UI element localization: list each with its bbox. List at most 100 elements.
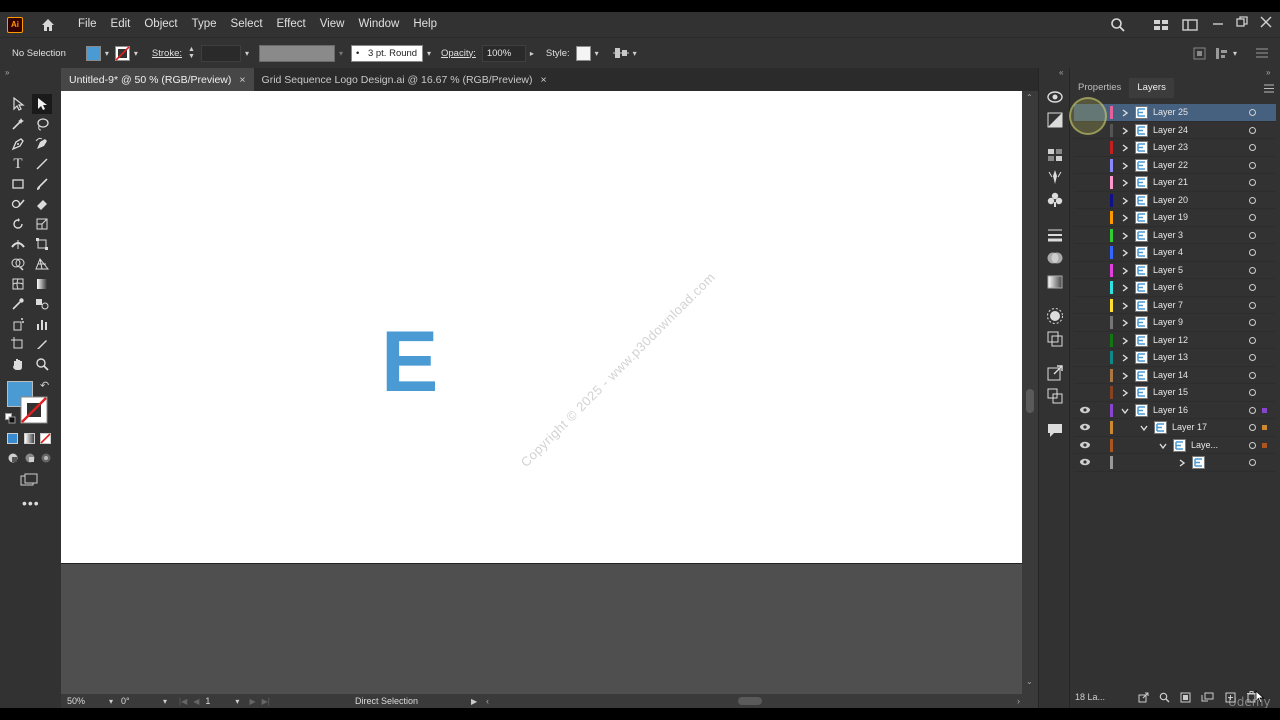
menu-type[interactable]: Type	[185, 12, 224, 37]
pathfinder-icon[interactable]	[1046, 387, 1064, 405]
shaper-tool[interactable]	[8, 194, 28, 214]
fill-swatch[interactable]	[85, 45, 101, 61]
free-transform-tool[interactable]	[32, 234, 52, 254]
layer-row[interactable]: Layer 22	[1074, 157, 1276, 174]
collapse-panel-icon[interactable]: »	[1266, 68, 1270, 77]
chevron-right-icon[interactable]	[1120, 143, 1130, 153]
layer-row[interactable]: Layer 15	[1074, 384, 1276, 402]
status-menu-icon[interactable]: ▶	[471, 697, 477, 706]
chevron-right-icon[interactable]	[1120, 178, 1130, 188]
visibility-eye-icon[interactable]	[1079, 247, 1091, 257]
tab-grid-sequence-logo[interactable]: Grid Sequence Logo Design.ai @ 16.67 % (…	[254, 68, 555, 91]
canvas-area[interactable]: E Copyright © 2025 - www.p30download.com	[61, 91, 1022, 694]
layer-row[interactable]: Layer 20	[1074, 192, 1276, 209]
color-guide-icon[interactable]	[1046, 307, 1064, 325]
layer-row[interactable]: Layer 5	[1074, 262, 1276, 279]
visibility-eye-icon[interactable]	[1079, 212, 1091, 222]
target-circle-icon[interactable]	[1249, 371, 1256, 379]
eyedropper-tool[interactable]	[8, 294, 28, 314]
zoom-tool[interactable]	[32, 354, 52, 374]
chevron-right-icon[interactable]	[1120, 126, 1130, 136]
chevron-right-icon[interactable]	[1120, 301, 1130, 311]
chevron-right-icon[interactable]	[1120, 388, 1130, 398]
isolate-icon[interactable]	[1215, 47, 1228, 60]
scale-tool[interactable]	[32, 214, 52, 234]
draw-inside-icon[interactable]	[40, 452, 52, 464]
close-tab-icon[interactable]: ×	[541, 74, 547, 86]
tab-untitled-9[interactable]: Untitled-9* @ 50 % (RGB/Preview) ×	[61, 68, 254, 91]
visibility-eye-icon[interactable]	[1079, 405, 1091, 415]
transform-grid-icon[interactable]	[1193, 47, 1206, 60]
curvature-tool[interactable]	[32, 134, 52, 154]
menu-effect[interactable]: Effect	[270, 12, 313, 37]
target-circle-icon[interactable]	[1249, 249, 1256, 256]
layer-row[interactable]: Layer 21	[1074, 174, 1276, 192]
target-circle-icon[interactable]	[1249, 406, 1256, 414]
visibility-eye-icon[interactable]	[1079, 335, 1091, 345]
layer-row[interactable]	[1074, 454, 1276, 472]
chevron-right-icon[interactable]	[1120, 196, 1130, 206]
scroll-thumb[interactable]	[1026, 389, 1034, 413]
visibility-eye-icon[interactable]	[1079, 457, 1091, 467]
next-artboard-icon[interactable]: ▶	[249, 697, 255, 706]
rotation-value[interactable]: 0°	[121, 696, 161, 706]
chevron-right-icon[interactable]: ▸	[530, 49, 534, 58]
chevron-right-icon[interactable]	[1120, 231, 1130, 241]
menu-lines-icon[interactable]	[1256, 48, 1268, 58]
workspace-switcher-icon[interactable]	[1182, 19, 1198, 31]
chevron-down-icon[interactable]: ▾	[427, 49, 431, 58]
chevron-down-icon[interactable]: ▾	[105, 49, 109, 58]
visibility-eye-icon[interactable]	[1079, 195, 1091, 205]
restore-icon[interactable]	[1236, 16, 1248, 28]
target-circle-icon[interactable]	[1249, 109, 1256, 116]
width-tool[interactable]	[8, 234, 28, 254]
target-circle-icon[interactable]	[1249, 301, 1256, 309]
menu-object[interactable]: Object	[137, 12, 184, 37]
visibility-eye-icon[interactable]	[1079, 265, 1091, 275]
draw-behind-icon[interactable]	[24, 452, 36, 464]
layer-row[interactable]: Layer 23	[1074, 139, 1276, 157]
stroke-label[interactable]: Stroke:	[152, 48, 182, 59]
chevron-down-icon[interactable]: ▾	[339, 49, 343, 58]
panel-menu-icon[interactable]	[1264, 84, 1274, 93]
layer-row[interactable]: Layer 17	[1074, 419, 1276, 437]
stroke-weight-field[interactable]	[200, 44, 241, 62]
target-circle-icon[interactable]	[1249, 266, 1256, 274]
selection-indicator[interactable]	[1262, 407, 1267, 413]
brush-definition[interactable]: • 3 pt. Round	[350, 44, 423, 62]
chevron-down-icon[interactable]: ▾	[134, 49, 138, 58]
chevron-down-icon[interactable]: ▾	[163, 697, 167, 706]
layer-row[interactable]: Layer 16	[1074, 402, 1276, 419]
new-sublayer-icon[interactable]	[1201, 692, 1214, 703]
target-circle-icon[interactable]	[1249, 126, 1256, 134]
stroke-swatch[interactable]	[114, 45, 130, 61]
horizontal-scroll-thumb[interactable]	[738, 697, 762, 705]
brushes-icon[interactable]	[1046, 168, 1064, 186]
comments-icon[interactable]	[1046, 421, 1064, 439]
chevron-right-icon[interactable]	[1120, 248, 1130, 258]
tab-layers[interactable]: Layers	[1129, 78, 1174, 98]
clipping-mask-icon[interactable]	[1180, 692, 1191, 703]
prev-artboard-icon[interactable]: ◀	[193, 697, 199, 706]
visibility-eye-icon[interactable]	[1079, 370, 1091, 380]
fill-mode-gradient[interactable]	[24, 433, 35, 444]
selection-indicator[interactable]	[1262, 425, 1267, 430]
perspective-grid-tool[interactable]	[32, 254, 52, 274]
menu-edit[interactable]: Edit	[104, 12, 138, 37]
fill-mode-none[interactable]	[40, 433, 51, 444]
swatches-icon[interactable]	[1046, 146, 1064, 164]
swap-colors-icon[interactable]: ↶	[40, 379, 49, 392]
target-circle-icon[interactable]	[1249, 284, 1256, 291]
menu-view[interactable]: View	[313, 12, 352, 37]
visibility-eye-icon[interactable]	[1079, 142, 1091, 152]
edit-toolbar-icon[interactable]: •••	[22, 495, 40, 511]
type-tool[interactable]: T	[8, 154, 28, 174]
transparency-icon[interactable]	[1046, 249, 1064, 267]
artboard-number[interactable]: 1	[205, 696, 233, 706]
menu-file[interactable]: File	[71, 12, 104, 37]
target-circle-icon[interactable]	[1249, 319, 1256, 326]
visibility-eye-icon[interactable]	[1079, 160, 1091, 170]
rectangle-tool[interactable]	[8, 174, 28, 194]
target-circle-icon[interactable]	[1249, 214, 1256, 221]
chevron-down-icon[interactable]: ▾	[109, 697, 113, 706]
